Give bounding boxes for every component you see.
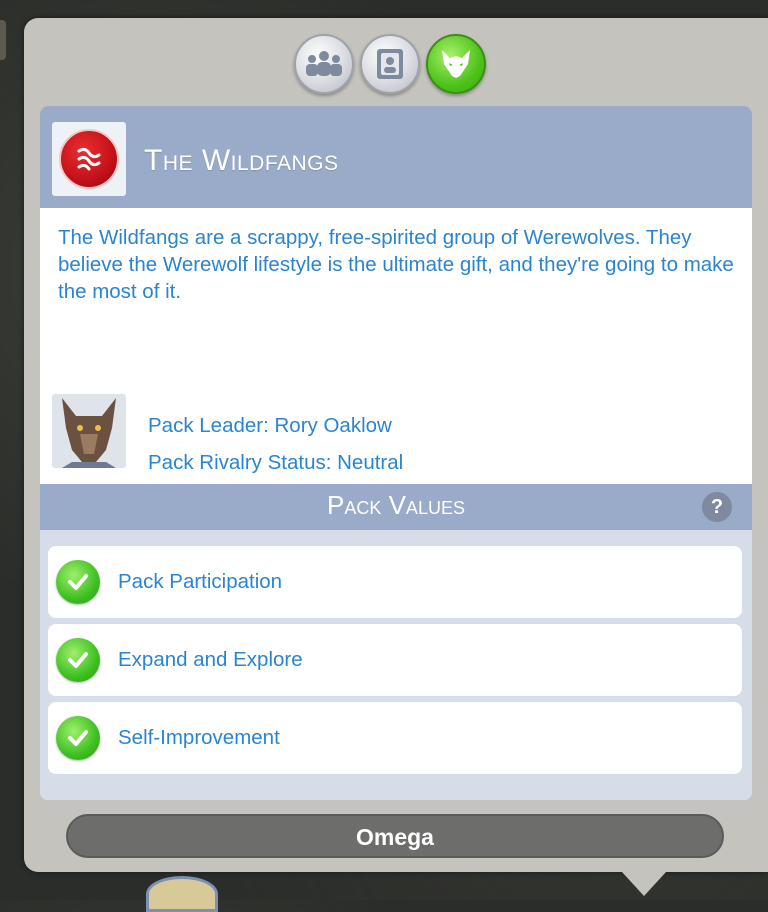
pack-card: The Wildfangs The Wildfangs are a scrapp… — [40, 106, 752, 800]
werewolf-portrait-icon — [52, 394, 126, 468]
pack-value-label: Expand and Explore — [118, 648, 303, 671]
tab-portrait[interactable] — [360, 34, 420, 94]
pack-emblem — [52, 122, 126, 196]
panel-tabs — [294, 34, 486, 98]
checkmark-icon — [56, 638, 100, 682]
tab-werewolf[interactable] — [426, 34, 486, 94]
claw-marks-glyph — [77, 147, 101, 171]
pack-values-header: Pack Values ? — [40, 484, 752, 530]
pack-info-panel: The Wildfangs The Wildfangs are a scrapp… — [24, 18, 768, 872]
rank-label: Omega — [356, 824, 434, 850]
pack-values-title: Pack Values — [327, 490, 465, 520]
rank-bar: Omega — [66, 814, 724, 858]
panel-pointer — [622, 872, 666, 896]
pack-header: The Wildfangs — [40, 106, 752, 208]
checkmark-icon — [56, 560, 100, 604]
help-icon[interactable]: ? — [702, 492, 732, 522]
pack-leader-text: Pack Leader: Rory Oaklow — [148, 414, 392, 437]
group-icon — [306, 51, 342, 76]
pack-value-label: Self-Improvement — [118, 726, 280, 749]
pack-description: The Wildfangs are a scrappy, free-spirit… — [58, 226, 734, 303]
leader-portrait[interactable] — [52, 394, 126, 468]
pack-title: The Wildfangs — [144, 144, 339, 177]
pack-value-label: Pack Participation — [118, 570, 283, 593]
checkmark-icon — [56, 716, 100, 760]
pack-value-row: Pack Participation — [48, 546, 742, 618]
pack-value-row: Self-Improvement — [48, 702, 742, 774]
tab-group[interactable] — [294, 34, 354, 94]
portrait-frame-icon — [377, 49, 403, 79]
pack-values-section: Pack Values ? Pack Participation Expand … — [40, 484, 752, 800]
background-decoration — [0, 20, 6, 60]
wolf-icon — [442, 50, 470, 78]
claw-marks-icon — [59, 129, 119, 189]
pack-rivalry-text: Pack Rivalry Status: Neutral — [148, 451, 404, 474]
pack-value-row: Expand and Explore — [48, 624, 742, 696]
bottom-badge — [146, 876, 218, 912]
